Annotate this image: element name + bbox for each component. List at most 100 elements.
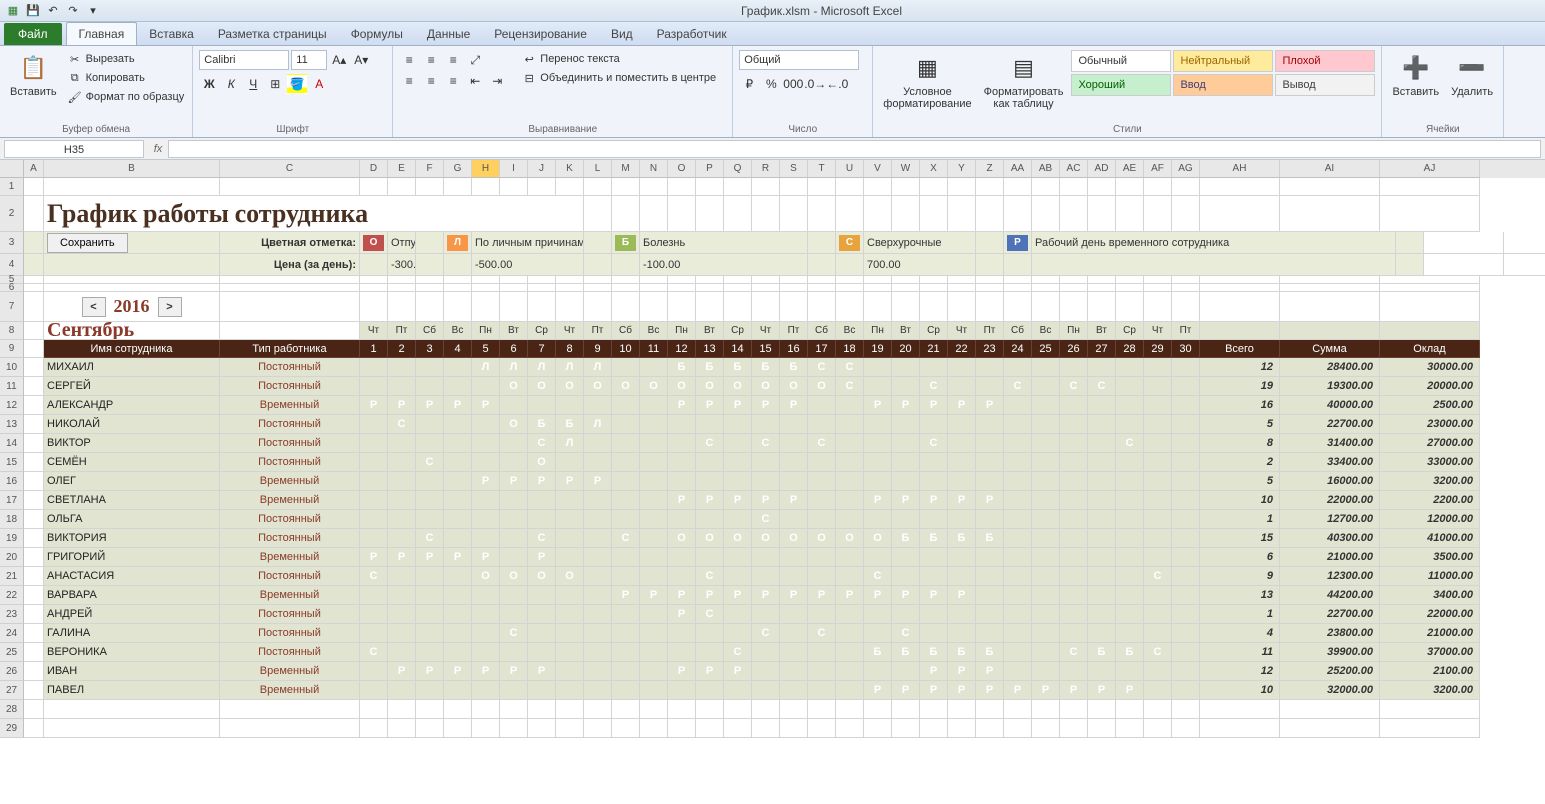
schedule-cell[interactable] (780, 643, 808, 662)
schedule-cell[interactable]: Р (528, 472, 556, 491)
schedule-cell[interactable]: Р (808, 586, 836, 605)
percent-icon[interactable]: % (761, 74, 781, 94)
schedule-cell[interactable] (444, 472, 472, 491)
schedule-cell[interactable] (444, 491, 472, 510)
sum[interactable]: 22700.00 (1280, 415, 1380, 434)
name-box[interactable]: H35 (4, 140, 144, 158)
schedule-cell[interactable] (1004, 548, 1032, 567)
total-days[interactable]: 15 (1200, 529, 1280, 548)
schedule-cell[interactable]: Б (1116, 643, 1144, 662)
schedule-cell[interactable]: О (808, 377, 836, 396)
schedule-cell[interactable] (584, 643, 612, 662)
row-header[interactable]: 8 (0, 322, 24, 340)
schedule-cell[interactable] (1004, 472, 1032, 491)
column-header[interactable]: AF (1144, 160, 1172, 178)
schedule-cell[interactable]: Б (892, 643, 920, 662)
schedule-cell[interactable] (752, 415, 780, 434)
schedule-cell[interactable] (1116, 586, 1144, 605)
schedule-cell[interactable] (416, 605, 444, 624)
employee-name[interactable]: ГАЛИНА (44, 624, 220, 643)
row-header[interactable]: 19 (0, 529, 24, 548)
column-header[interactable]: B (44, 160, 220, 178)
column-header[interactable]: P (696, 160, 724, 178)
undo-icon[interactable]: ↶ (44, 2, 62, 20)
schedule-cell[interactable] (416, 434, 444, 453)
row-header[interactable]: 3 (0, 232, 24, 254)
schedule-cell[interactable] (780, 567, 808, 586)
schedule-cell[interactable] (388, 472, 416, 491)
schedule-cell[interactable] (500, 529, 528, 548)
schedule-cell[interactable] (696, 681, 724, 700)
schedule-cell[interactable] (752, 643, 780, 662)
schedule-cell[interactable] (892, 510, 920, 529)
schedule-cell[interactable] (808, 643, 836, 662)
schedule-cell[interactable] (556, 624, 584, 643)
sum[interactable]: 22000.00 (1280, 491, 1380, 510)
schedule-cell[interactable] (1144, 434, 1172, 453)
schedule-cell[interactable]: Р (948, 396, 976, 415)
schedule-cell[interactable] (780, 681, 808, 700)
schedule-cell[interactable]: Л (584, 358, 612, 377)
schedule-cell[interactable] (920, 548, 948, 567)
cell-style-option[interactable]: Обычный (1071, 50, 1171, 72)
schedule-cell[interactable]: С (808, 434, 836, 453)
schedule-cell[interactable]: О (668, 377, 696, 396)
schedule-cell[interactable] (724, 472, 752, 491)
schedule-cell[interactable]: С (1144, 567, 1172, 586)
schedule-cell[interactable] (1116, 529, 1144, 548)
schedule-cell[interactable] (864, 605, 892, 624)
schedule-cell[interactable]: С (752, 510, 780, 529)
schedule-cell[interactable]: О (528, 453, 556, 472)
schedule-cell[interactable] (360, 377, 388, 396)
schedule-cell[interactable] (808, 510, 836, 529)
schedule-cell[interactable] (892, 358, 920, 377)
schedule-cell[interactable] (1060, 510, 1088, 529)
schedule-cell[interactable] (388, 510, 416, 529)
schedule-cell[interactable]: Б (780, 358, 808, 377)
schedule-cell[interactable] (472, 377, 500, 396)
schedule-cell[interactable] (892, 548, 920, 567)
schedule-cell[interactable] (836, 643, 864, 662)
schedule-cell[interactable] (388, 358, 416, 377)
prev-year-button[interactable]: < (82, 297, 106, 317)
schedule-cell[interactable] (808, 662, 836, 681)
total-days[interactable]: 1 (1200, 510, 1280, 529)
schedule-cell[interactable]: О (780, 529, 808, 548)
schedule-cell[interactable] (668, 643, 696, 662)
schedule-cell[interactable]: Б (752, 358, 780, 377)
schedule-cell[interactable] (584, 605, 612, 624)
ribbon-tab-0[interactable]: Главная (66, 22, 138, 45)
schedule-cell[interactable] (416, 624, 444, 643)
format-as-table-button[interactable]: ▤ Форматировать как таблицу (980, 50, 1068, 112)
schedule-cell[interactable] (1088, 415, 1116, 434)
schedule-cell[interactable] (892, 662, 920, 681)
column-header[interactable]: U (836, 160, 864, 178)
schedule-cell[interactable]: Б (948, 529, 976, 548)
schedule-cell[interactable] (360, 510, 388, 529)
column-header[interactable]: I (500, 160, 528, 178)
schedule-cell[interactable]: Л (528, 358, 556, 377)
schedule-cell[interactable] (1172, 358, 1200, 377)
schedule-cell[interactable] (1004, 529, 1032, 548)
row-header[interactable]: 21 (0, 567, 24, 586)
schedule-cell[interactable] (584, 548, 612, 567)
schedule-cell[interactable] (1144, 548, 1172, 567)
schedule-cell[interactable]: О (556, 377, 584, 396)
schedule-cell[interactable] (948, 358, 976, 377)
schedule-cell[interactable] (780, 624, 808, 643)
cell-style-option[interactable]: Ввод (1173, 74, 1273, 96)
employee-type[interactable]: Постоянный (220, 624, 360, 643)
schedule-cell[interactable] (528, 586, 556, 605)
employee-type[interactable]: Постоянный (220, 643, 360, 662)
ribbon-tab-5[interactable]: Рецензирование (482, 23, 599, 45)
row-header[interactable]: 14 (0, 434, 24, 453)
schedule-cell[interactable]: Р (920, 396, 948, 415)
schedule-cell[interactable]: Р (696, 662, 724, 681)
schedule-cell[interactable] (724, 567, 752, 586)
schedule-cell[interactable]: О (472, 567, 500, 586)
schedule-cell[interactable] (1060, 586, 1088, 605)
schedule-cell[interactable] (864, 358, 892, 377)
schedule-cell[interactable] (1172, 681, 1200, 700)
schedule-cell[interactable] (1116, 377, 1144, 396)
schedule-cell[interactable] (360, 586, 388, 605)
